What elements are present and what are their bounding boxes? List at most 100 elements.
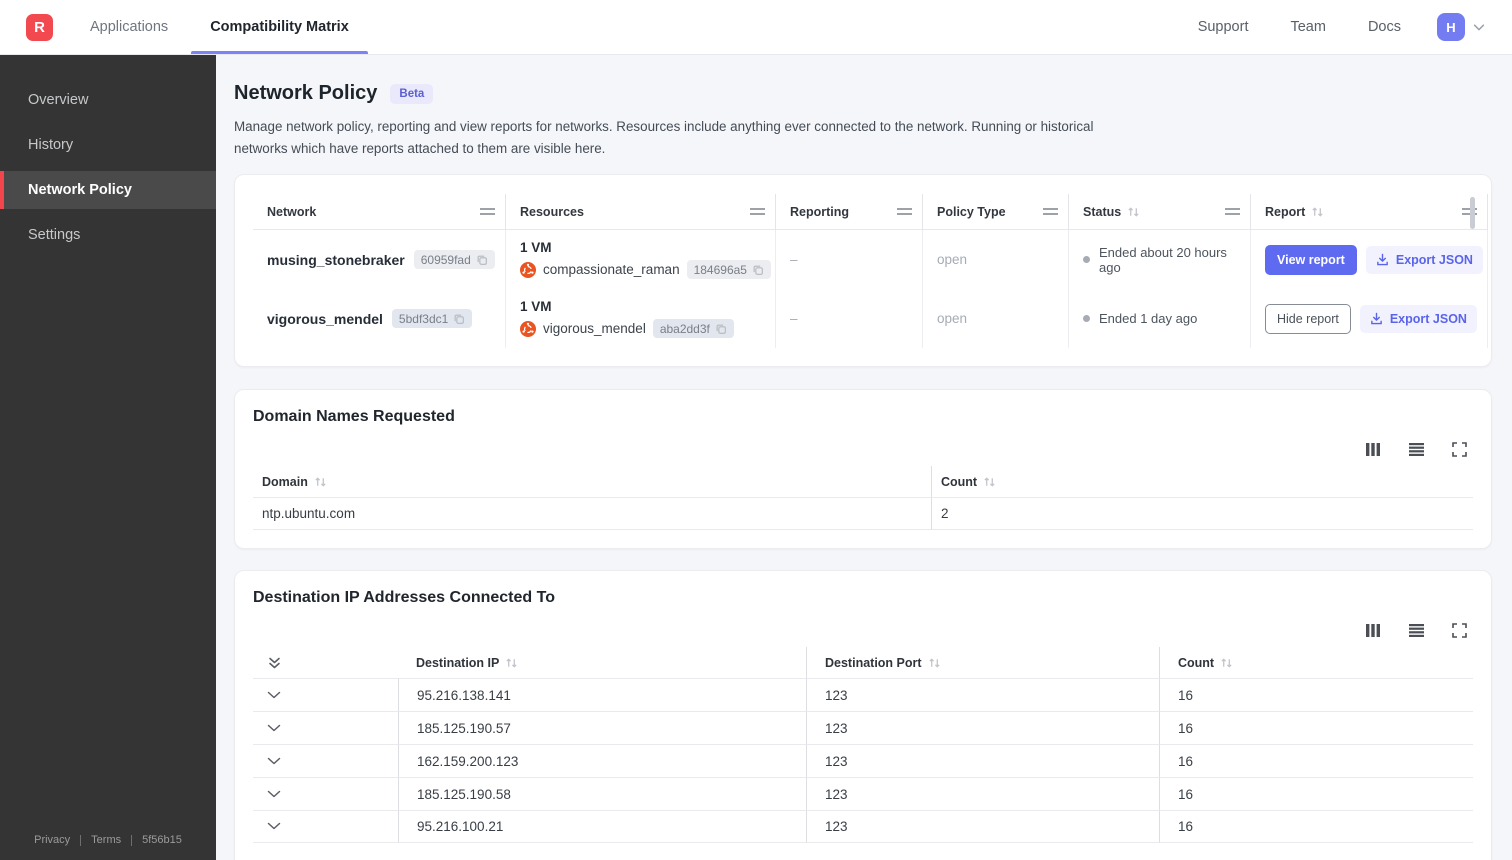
rows-icon[interactable] [1408, 442, 1425, 457]
resize-handle-icon[interactable] [480, 208, 495, 216]
page-title: Network Policy [234, 82, 378, 104]
support-link[interactable]: Support [1198, 19, 1249, 35]
count-cell: 16 [1159, 744, 1473, 778]
table-row-resources-cell: 1 VM compassionate_raman 184696a5 [506, 230, 776, 290]
count-cell: 16 [1159, 711, 1473, 745]
app-logo[interactable]: R [26, 13, 53, 41]
sidebar-item-settings[interactable]: Settings [0, 216, 216, 254]
resource-id: 184696a5 [693, 262, 747, 277]
resource-id-pill: 184696a5 [686, 260, 771, 280]
resource-count: 1 VM [520, 240, 552, 256]
resize-handle-icon[interactable] [750, 208, 765, 216]
column-header-count[interactable]: Count [931, 466, 1473, 498]
sort-icon[interactable] [983, 476, 996, 488]
privacy-link[interactable]: Privacy [34, 834, 70, 846]
network-name: musing_stonebraker [267, 251, 405, 268]
column-header-domain[interactable]: Domain [253, 466, 931, 497]
copy-icon[interactable] [453, 313, 465, 325]
expand-all-icon[interactable] [253, 647, 398, 678]
user-menu[interactable]: H [1437, 13, 1486, 41]
sidebar-item-history[interactable]: History [0, 126, 216, 164]
expand-icon[interactable] [1452, 442, 1467, 458]
row-expand-chevron-icon[interactable] [253, 744, 398, 777]
destination-ip-cell: 162.159.200.123 [398, 744, 806, 778]
table-row-status-cell: Ended about 20 hours ago [1069, 230, 1251, 290]
resize-handle-icon[interactable] [1043, 208, 1058, 216]
destinations-card: Destination IP Addresses Connected To De… [234, 570, 1492, 860]
avatar[interactable]: H [1437, 13, 1465, 41]
resource-id: aba2dd3f [659, 321, 710, 336]
divider [131, 834, 133, 846]
docs-link[interactable]: Docs [1368, 19, 1401, 35]
network-id: 5bdf3dc1 [398, 311, 449, 326]
column-header-report[interactable]: Report [1251, 194, 1488, 231]
hide-report-button[interactable]: Hide report [1265, 303, 1351, 334]
sort-icon[interactable] [1311, 206, 1324, 218]
resource-name: compassionate_raman [543, 262, 680, 278]
tab-compatibility-matrix[interactable]: Compatibility Matrix [189, 0, 370, 54]
export-json-button[interactable]: Export JSON [1359, 304, 1477, 333]
copy-icon[interactable] [752, 264, 764, 276]
column-header-status[interactable]: Status [1069, 194, 1251, 231]
column-header-destination-port[interactable]: Destination Port [806, 647, 1159, 679]
sidebar-item-network-policy[interactable]: Network Policy [0, 171, 216, 209]
table-row-status-cell: Ended 1 day ago [1069, 289, 1251, 349]
destination-ip-cell: 185.125.190.57 [398, 711, 806, 745]
column-label: Network [267, 204, 317, 219]
network-id-pill: 5bdf3dc1 [391, 309, 473, 329]
terms-link[interactable]: Terms [91, 834, 121, 846]
column-label: Count [941, 474, 978, 489]
column-label: Status [1083, 204, 1122, 219]
rows-icon[interactable] [1408, 623, 1425, 638]
resize-handle-icon[interactable] [897, 208, 912, 216]
sidebar-item-overview[interactable]: Overview [0, 81, 216, 119]
column-label: Domain [262, 474, 308, 489]
column-header-reporting[interactable]: Reporting [776, 194, 923, 231]
row-expand-chevron-icon[interactable] [253, 777, 398, 810]
table-row-network-cell: musing_stonebraker 60959fad [253, 230, 506, 290]
columns-icon[interactable] [1365, 623, 1381, 638]
sort-icon[interactable] [314, 476, 327, 488]
sort-icon[interactable] [928, 657, 941, 669]
sort-icon[interactable] [1220, 657, 1233, 669]
destination-ip-cell: 185.125.190.58 [398, 777, 806, 811]
download-icon [1370, 312, 1383, 325]
destination-port-cell: 123 [806, 744, 1159, 778]
sort-icon[interactable] [505, 657, 518, 669]
column-label: Count [1178, 655, 1215, 670]
destination-port-cell: 123 [806, 777, 1159, 811]
resource-id-pill: aba2dd3f [652, 319, 734, 339]
column-label: Policy Type [937, 204, 1006, 219]
table-row-reporting-cell: – [776, 289, 923, 349]
column-header-resources[interactable]: Resources [506, 194, 776, 231]
row-expand-chevron-icon[interactable] [253, 711, 398, 744]
view-report-button[interactable]: View report [1265, 244, 1357, 275]
download-icon [1376, 253, 1389, 266]
count-cell: 16 [1159, 810, 1473, 844]
copy-icon[interactable] [715, 323, 727, 335]
copy-icon[interactable] [476, 254, 488, 266]
sort-icon[interactable] [1127, 206, 1140, 218]
networks-table: Network Resources Reporting Policy Type … [253, 194, 1488, 349]
table-toolbar [253, 442, 1467, 458]
table-row-policy-type-cell: open [923, 289, 1069, 349]
table-row-report-cell: Hide report Export JSON [1251, 289, 1488, 349]
team-link[interactable]: Team [1290, 19, 1325, 35]
row-expand-chevron-icon[interactable] [253, 810, 398, 844]
export-json-button[interactable]: Export JSON [1365, 245, 1483, 274]
column-header-policy-type[interactable]: Policy Type [923, 194, 1069, 231]
scrollbar-thumb[interactable] [1470, 197, 1475, 230]
row-expand-chevron-icon[interactable] [253, 678, 398, 711]
main-content: Network Policy Beta Manage network polic… [216, 55, 1512, 860]
column-header-network[interactable]: Network [253, 194, 506, 231]
status-text: Ended about 20 hours ago [1099, 244, 1227, 275]
column-label: Resources [520, 204, 584, 219]
chevron-down-icon[interactable] [1472, 20, 1486, 34]
column-header-destination-ip[interactable]: Destination IP [398, 647, 806, 678]
resize-handle-icon[interactable] [1225, 208, 1240, 216]
columns-icon[interactable] [1365, 442, 1381, 457]
expand-icon[interactable] [1452, 623, 1467, 639]
resource-count: 1 VM [520, 299, 552, 315]
column-header-count[interactable]: Count [1159, 647, 1473, 679]
tab-applications[interactable]: Applications [69, 0, 189, 54]
